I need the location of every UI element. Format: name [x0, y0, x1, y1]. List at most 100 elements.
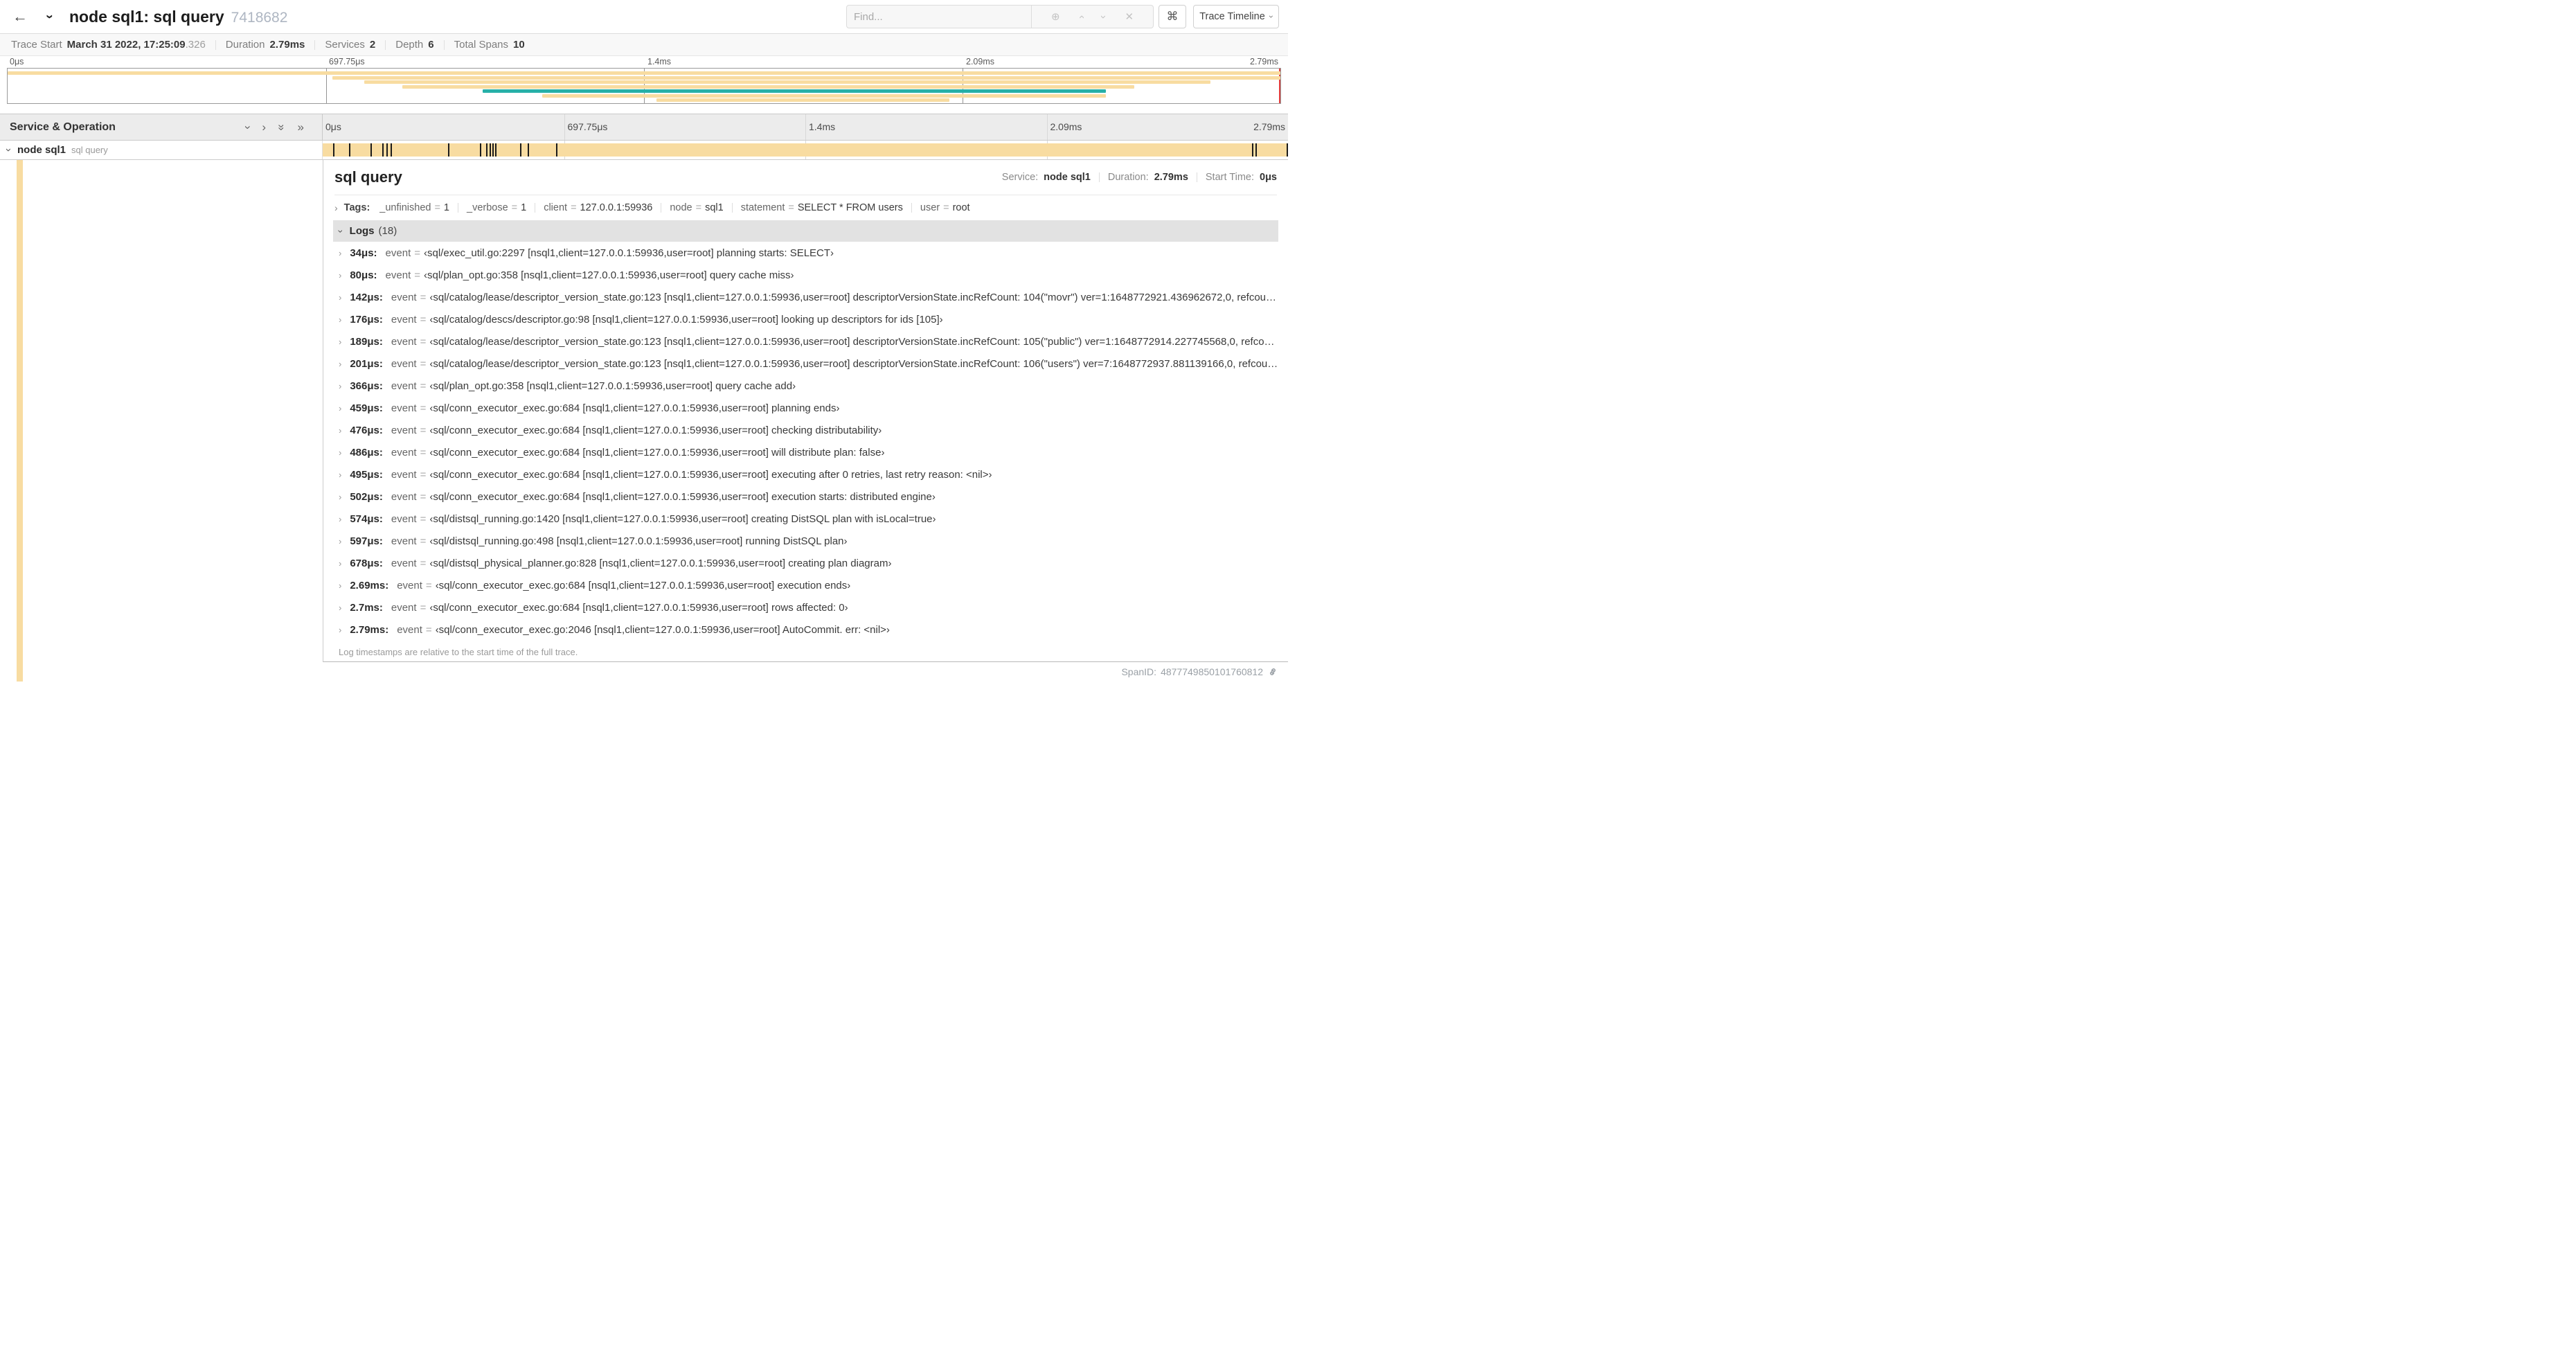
log-field-key: event	[391, 380, 417, 392]
minimap-span-bar	[656, 98, 950, 102]
find-controls: ⊕ › › ✕	[1032, 5, 1154, 28]
tags-row[interactable]: › Tags: _unfinished = 1 _verbose = 1 client = 12…	[334, 195, 1277, 220]
search-input[interactable]	[846, 5, 1032, 28]
log-entry[interactable]: › 176μs: event = ‹sql/catalog/descs/descript…	[333, 308, 1278, 330]
log-entry[interactable]: › 201μs: event = ‹sql/catalog/lease/descript…	[333, 353, 1278, 375]
chevron-right-icon: ›	[339, 491, 342, 502]
tag[interactable]: node = sql1	[670, 202, 723, 213]
log-marker	[519, 143, 521, 157]
log-entry[interactable]: › 2.7ms: event = ‹sql/conn_executor_exec.go:…	[333, 596, 1278, 618]
log-timestamp: 597μs:	[350, 535, 383, 547]
service-name: node sql1	[17, 144, 66, 156]
time-tick-label: 2.79ms	[1253, 121, 1285, 132]
chevron-right-icon: ›	[339, 469, 342, 480]
gridline	[1046, 114, 1048, 140]
log-entry[interactable]: › 459μs: event = ‹sql/conn_executor_exec.go:…	[333, 397, 1278, 419]
service-value: node sql1	[1044, 172, 1091, 183]
close-icon[interactable]: ✕	[1125, 10, 1134, 23]
span-name-cell[interactable]: › node sql1 sql query	[0, 141, 323, 159]
log-field-value: ‹sql/catalog/lease/descriptor_version_st…	[429, 357, 1278, 370]
span-bar[interactable]	[323, 143, 1288, 157]
log-field-key: event	[391, 402, 417, 414]
tag-separator	[911, 203, 912, 213]
log-entry[interactable]: › 366μs: event = ‹sql/plan_opt.go:358 [nsql1…	[333, 375, 1278, 397]
log-entry[interactable]: › 574μs: event = ‹sql/distsql_running.go:142…	[333, 508, 1278, 530]
log-entry[interactable]: › 2.69ms: event = ‹sql/conn_executor_exec.go…	[333, 574, 1278, 596]
log-field-key: event	[391, 490, 417, 503]
chevron-down-icon[interactable]: ›	[3, 148, 15, 152]
minimap-span-bar	[482, 89, 1107, 93]
trace-view-selector[interactable]: Trace Timeline ›	[1193, 5, 1279, 28]
double-chevron-right-icon[interactable]: »	[298, 121, 304, 134]
summary-value: 10	[513, 39, 525, 51]
summary-label: Duration	[225, 39, 265, 51]
logs-header[interactable]: › Logs (18)	[333, 220, 1278, 242]
log-entry[interactable]: › 597μs: event = ‹sql/distsql_running.go:498…	[333, 530, 1278, 552]
tag[interactable]: _unfinished = 1	[379, 202, 449, 213]
keyboard-shortcuts-button[interactable]: ⌘	[1159, 5, 1186, 28]
equals-sign: =	[420, 513, 427, 525]
log-field-key: event	[385, 247, 411, 259]
equals-sign: =	[420, 446, 427, 458]
tag-value: root	[952, 202, 970, 213]
tag[interactable]: statement = SELECT * FROM users	[741, 202, 903, 213]
circle-plus-icon[interactable]: ⊕	[1051, 10, 1060, 23]
log-timestamp: 2.79ms:	[350, 623, 389, 636]
log-entry[interactable]: › 678μs: event = ‹sql/distsql_physical_plann…	[333, 552, 1278, 574]
chevron-right-icon[interactable]: ›	[262, 121, 266, 134]
double-chevron-down-icon[interactable]: »	[275, 124, 289, 130]
chevron-down-icon[interactable]: ›	[241, 125, 255, 130]
chevron-right-icon: ›	[339, 358, 342, 369]
summary-label: Services	[325, 39, 365, 51]
logs-title: Logs	[349, 225, 375, 237]
log-entry[interactable]: › 2.79ms: event = ‹sql/conn_executor_exec.go…	[333, 618, 1278, 641]
chevron-right-icon: ›	[339, 535, 342, 546]
span-row[interactable]: › node sql1 sql query	[0, 141, 1288, 160]
log-field-key: event	[391, 357, 417, 370]
log-field-value: ‹sql/plan_opt.go:358 [nsql1,client=127.0…	[424, 269, 794, 281]
duration-label: Duration:	[1107, 172, 1149, 183]
log-marker	[1252, 143, 1254, 157]
log-timestamp: 678μs:	[350, 557, 383, 569]
log-timestamp: 201μs:	[350, 357, 383, 370]
equals-sign: =	[511, 202, 518, 213]
log-entry[interactable]: › 502μs: event = ‹sql/conn_executor_exec.go:…	[333, 485, 1278, 508]
log-field-key: event	[397, 623, 422, 636]
summary-item: Total Spans 10	[454, 39, 525, 51]
log-marker	[480, 143, 482, 157]
equals-sign: =	[425, 623, 432, 636]
equals-sign: =	[695, 202, 702, 213]
tag[interactable]: _verbose = 1	[467, 202, 526, 213]
log-field-key: event	[391, 446, 417, 458]
chevron-up-icon[interactable]: ›	[1075, 15, 1087, 19]
column-title: Service & Operation	[10, 121, 116, 133]
back-arrow-icon[interactable]: ←	[12, 8, 28, 26]
log-entry[interactable]: › 476μs: event = ‹sql/conn_executor_exec.go:…	[333, 419, 1278, 441]
time-tick-label: 697.75μs	[567, 121, 608, 132]
equals-sign: =	[420, 380, 427, 392]
log-entry[interactable]: › 34μs: event = ‹sql/exec_util.go:2297 [nsql…	[333, 242, 1278, 264]
log-field-value: ‹sql/conn_executor_exec.go:684 [nsql1,cl…	[435, 579, 851, 591]
log-entry[interactable]: › 80μs: event = ‹sql/plan_opt.go:358 [nsql1,…	[333, 264, 1278, 286]
log-entry[interactable]: › 486μs: event = ‹sql/conn_executor_exec.go:…	[333, 441, 1278, 463]
log-marker	[485, 143, 488, 157]
log-entry[interactable]: › 495μs: event = ‹sql/conn_executor_exec.go:…	[333, 463, 1278, 485]
link-icon[interactable]	[1267, 666, 1278, 677]
minimap-canvas[interactable]	[7, 68, 1281, 104]
chevron-right-icon: ›	[339, 624, 342, 635]
tag-key: _verbose	[467, 202, 508, 213]
tag[interactable]: user = root	[920, 202, 970, 213]
log-entry[interactable]: › 142μs: event = ‹sql/catalog/lease/descript…	[333, 286, 1278, 308]
log-marker	[1287, 143, 1288, 157]
log-field-value: ‹sql/catalog/descs/descriptor.go:98 [nsq…	[429, 313, 943, 326]
span-id-footer: SpanID: 4877749850101760812	[1121, 666, 1278, 677]
chevron-down-icon[interactable]: ›	[1098, 15, 1109, 19]
tag[interactable]: client = 127.0.0.1:59936	[544, 202, 652, 213]
chevron-down-icon[interactable]: ›	[42, 15, 57, 19]
minimap-span-bar	[542, 93, 1107, 98]
equals-sign: =	[420, 335, 427, 348]
summary-label: Total Spans	[454, 39, 509, 51]
log-marker	[528, 143, 530, 157]
chevron-right-icon: ›	[339, 402, 342, 413]
log-entry[interactable]: › 189μs: event = ‹sql/catalog/lease/descript…	[333, 330, 1278, 353]
